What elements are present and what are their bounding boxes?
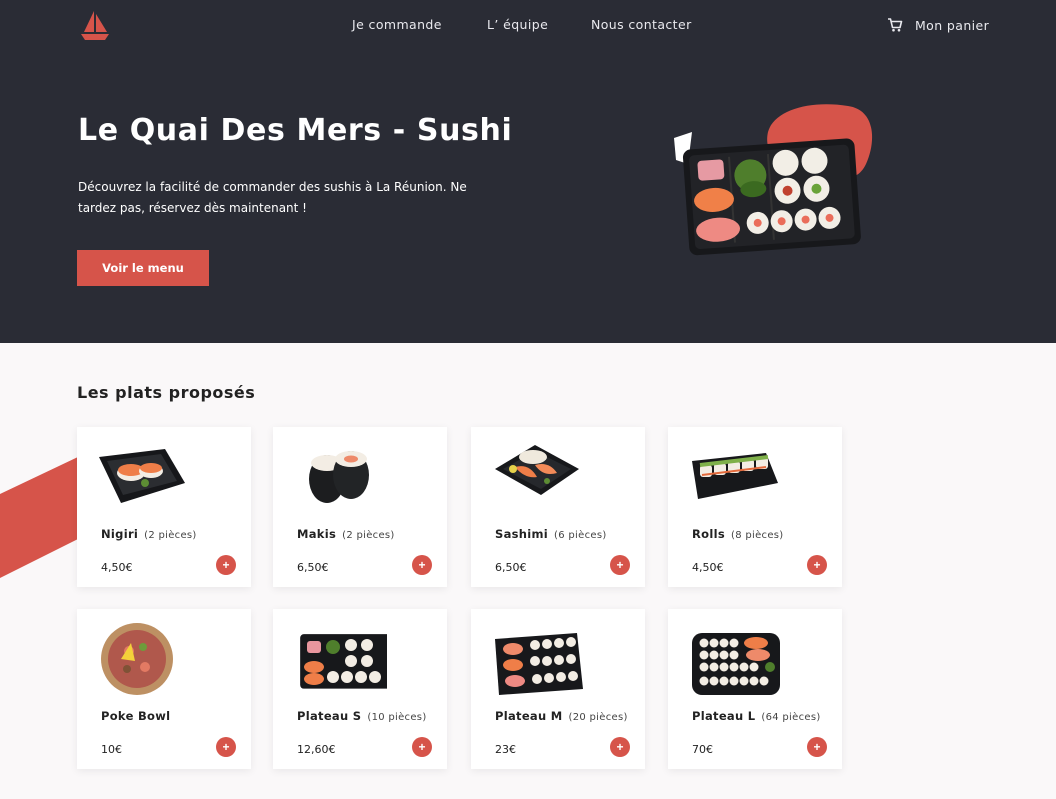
dish-card-plateau-m[interactable]: Plateau M (20 pièces) 23€ +	[471, 609, 645, 769]
sailboat-logo-icon[interactable]	[78, 8, 112, 42]
sashimi-image	[495, 445, 579, 495]
add-to-cart-button[interactable]: +	[807, 737, 827, 757]
nav-link-je-commande[interactable]: Je commande	[352, 17, 442, 32]
add-to-cart-button[interactable]: +	[412, 555, 432, 575]
dish-name: Plateau S (10 pièces)	[297, 709, 427, 723]
add-to-cart-button[interactable]: +	[216, 555, 236, 575]
dish-pieces: (64 pièces)	[761, 712, 821, 723]
plateau-m-image	[495, 633, 583, 695]
dish-card-poke-bowl[interactable]: Poke Bowl 10€ +	[77, 609, 251, 769]
sushi-platter-image	[674, 104, 873, 256]
dish-name: Plateau M (20 pièces)	[495, 709, 628, 723]
dish-card-nigiri[interactable]: Nigiri (2 pièces) 4,50€ +	[77, 427, 251, 587]
add-to-cart-button[interactable]: +	[610, 555, 630, 575]
plateau-l-image	[692, 633, 780, 695]
dish-price: 6,50€	[495, 561, 527, 574]
dish-price: 4,50€	[101, 561, 133, 574]
dish-card-sashimi[interactable]: Sashimi (6 pièces) 6,50€ +	[471, 427, 645, 587]
view-menu-button[interactable]: Voir le menu	[77, 250, 209, 286]
dish-name: Sashimi (6 pièces)	[495, 527, 607, 541]
cart-button[interactable]: Mon panier	[887, 16, 989, 34]
dish-pieces: (2 pièces)	[144, 530, 197, 541]
decorative-stripe	[0, 456, 80, 578]
shopping-cart-icon	[888, 18, 903, 32]
hero-title: Le Quai Des Mers - Sushi	[78, 113, 513, 148]
dish-card-plateau-s[interactable]: Plateau S (10 pièces) 12,60€ +	[273, 609, 447, 769]
add-to-cart-button[interactable]: +	[412, 737, 432, 757]
plateau-s-image	[300, 634, 387, 689]
dish-price: 23€	[495, 743, 516, 756]
hero-section: Le Quai Des Mers - Sushi Découvrez la fa…	[0, 50, 1056, 343]
add-to-cart-button[interactable]: +	[216, 737, 236, 757]
dish-pieces: (20 pièces)	[568, 712, 628, 723]
dish-card-rolls[interactable]: Rolls (8 pièces) 4,50€ +	[668, 427, 842, 587]
nav-link-equipe[interactable]: L’ équipe	[487, 17, 548, 32]
dish-name: Rolls (8 pièces)	[692, 527, 784, 541]
dish-pieces: (8 pièces)	[731, 530, 784, 541]
dish-pieces: (2 pièces)	[342, 530, 395, 541]
poke-bowl-image	[101, 623, 173, 695]
dish-pieces: (6 pièces)	[554, 530, 607, 541]
section-title: Les plats proposés	[77, 383, 256, 402]
dish-card-plateau-l[interactable]: Plateau L (64 pièces) 70€ +	[668, 609, 842, 769]
dish-card-makis[interactable]: Makis (2 pièces) 6,50€ +	[273, 427, 447, 587]
hero-subtitle: Découvrez la facilité de commander des s…	[78, 180, 467, 215]
cart-label: Mon panier	[915, 17, 990, 33]
nav-link-contact[interactable]: Nous contacter	[591, 17, 692, 32]
dish-price: 4,50€	[692, 561, 724, 574]
dish-name: Nigiri (2 pièces)	[101, 527, 197, 541]
nigiri-image	[99, 449, 185, 503]
dish-name: Poke Bowl	[101, 709, 171, 723]
top-navbar: Je commande L’ équipe Nous contacter Mon…	[0, 0, 1056, 50]
dish-price: 12,60€	[297, 743, 336, 756]
dish-pieces: (10 pièces)	[367, 712, 427, 723]
add-to-cart-button[interactable]: +	[610, 737, 630, 757]
add-to-cart-button[interactable]: +	[807, 555, 827, 575]
makis-image	[309, 451, 369, 503]
rolls-image	[692, 453, 778, 499]
dish-price: 6,50€	[297, 561, 329, 574]
dish-name: Makis (2 pièces)	[297, 527, 395, 541]
dish-price: 10€	[101, 743, 122, 756]
dish-price: 70€	[692, 743, 713, 756]
dish-name: Plateau L (64 pièces)	[692, 709, 821, 723]
